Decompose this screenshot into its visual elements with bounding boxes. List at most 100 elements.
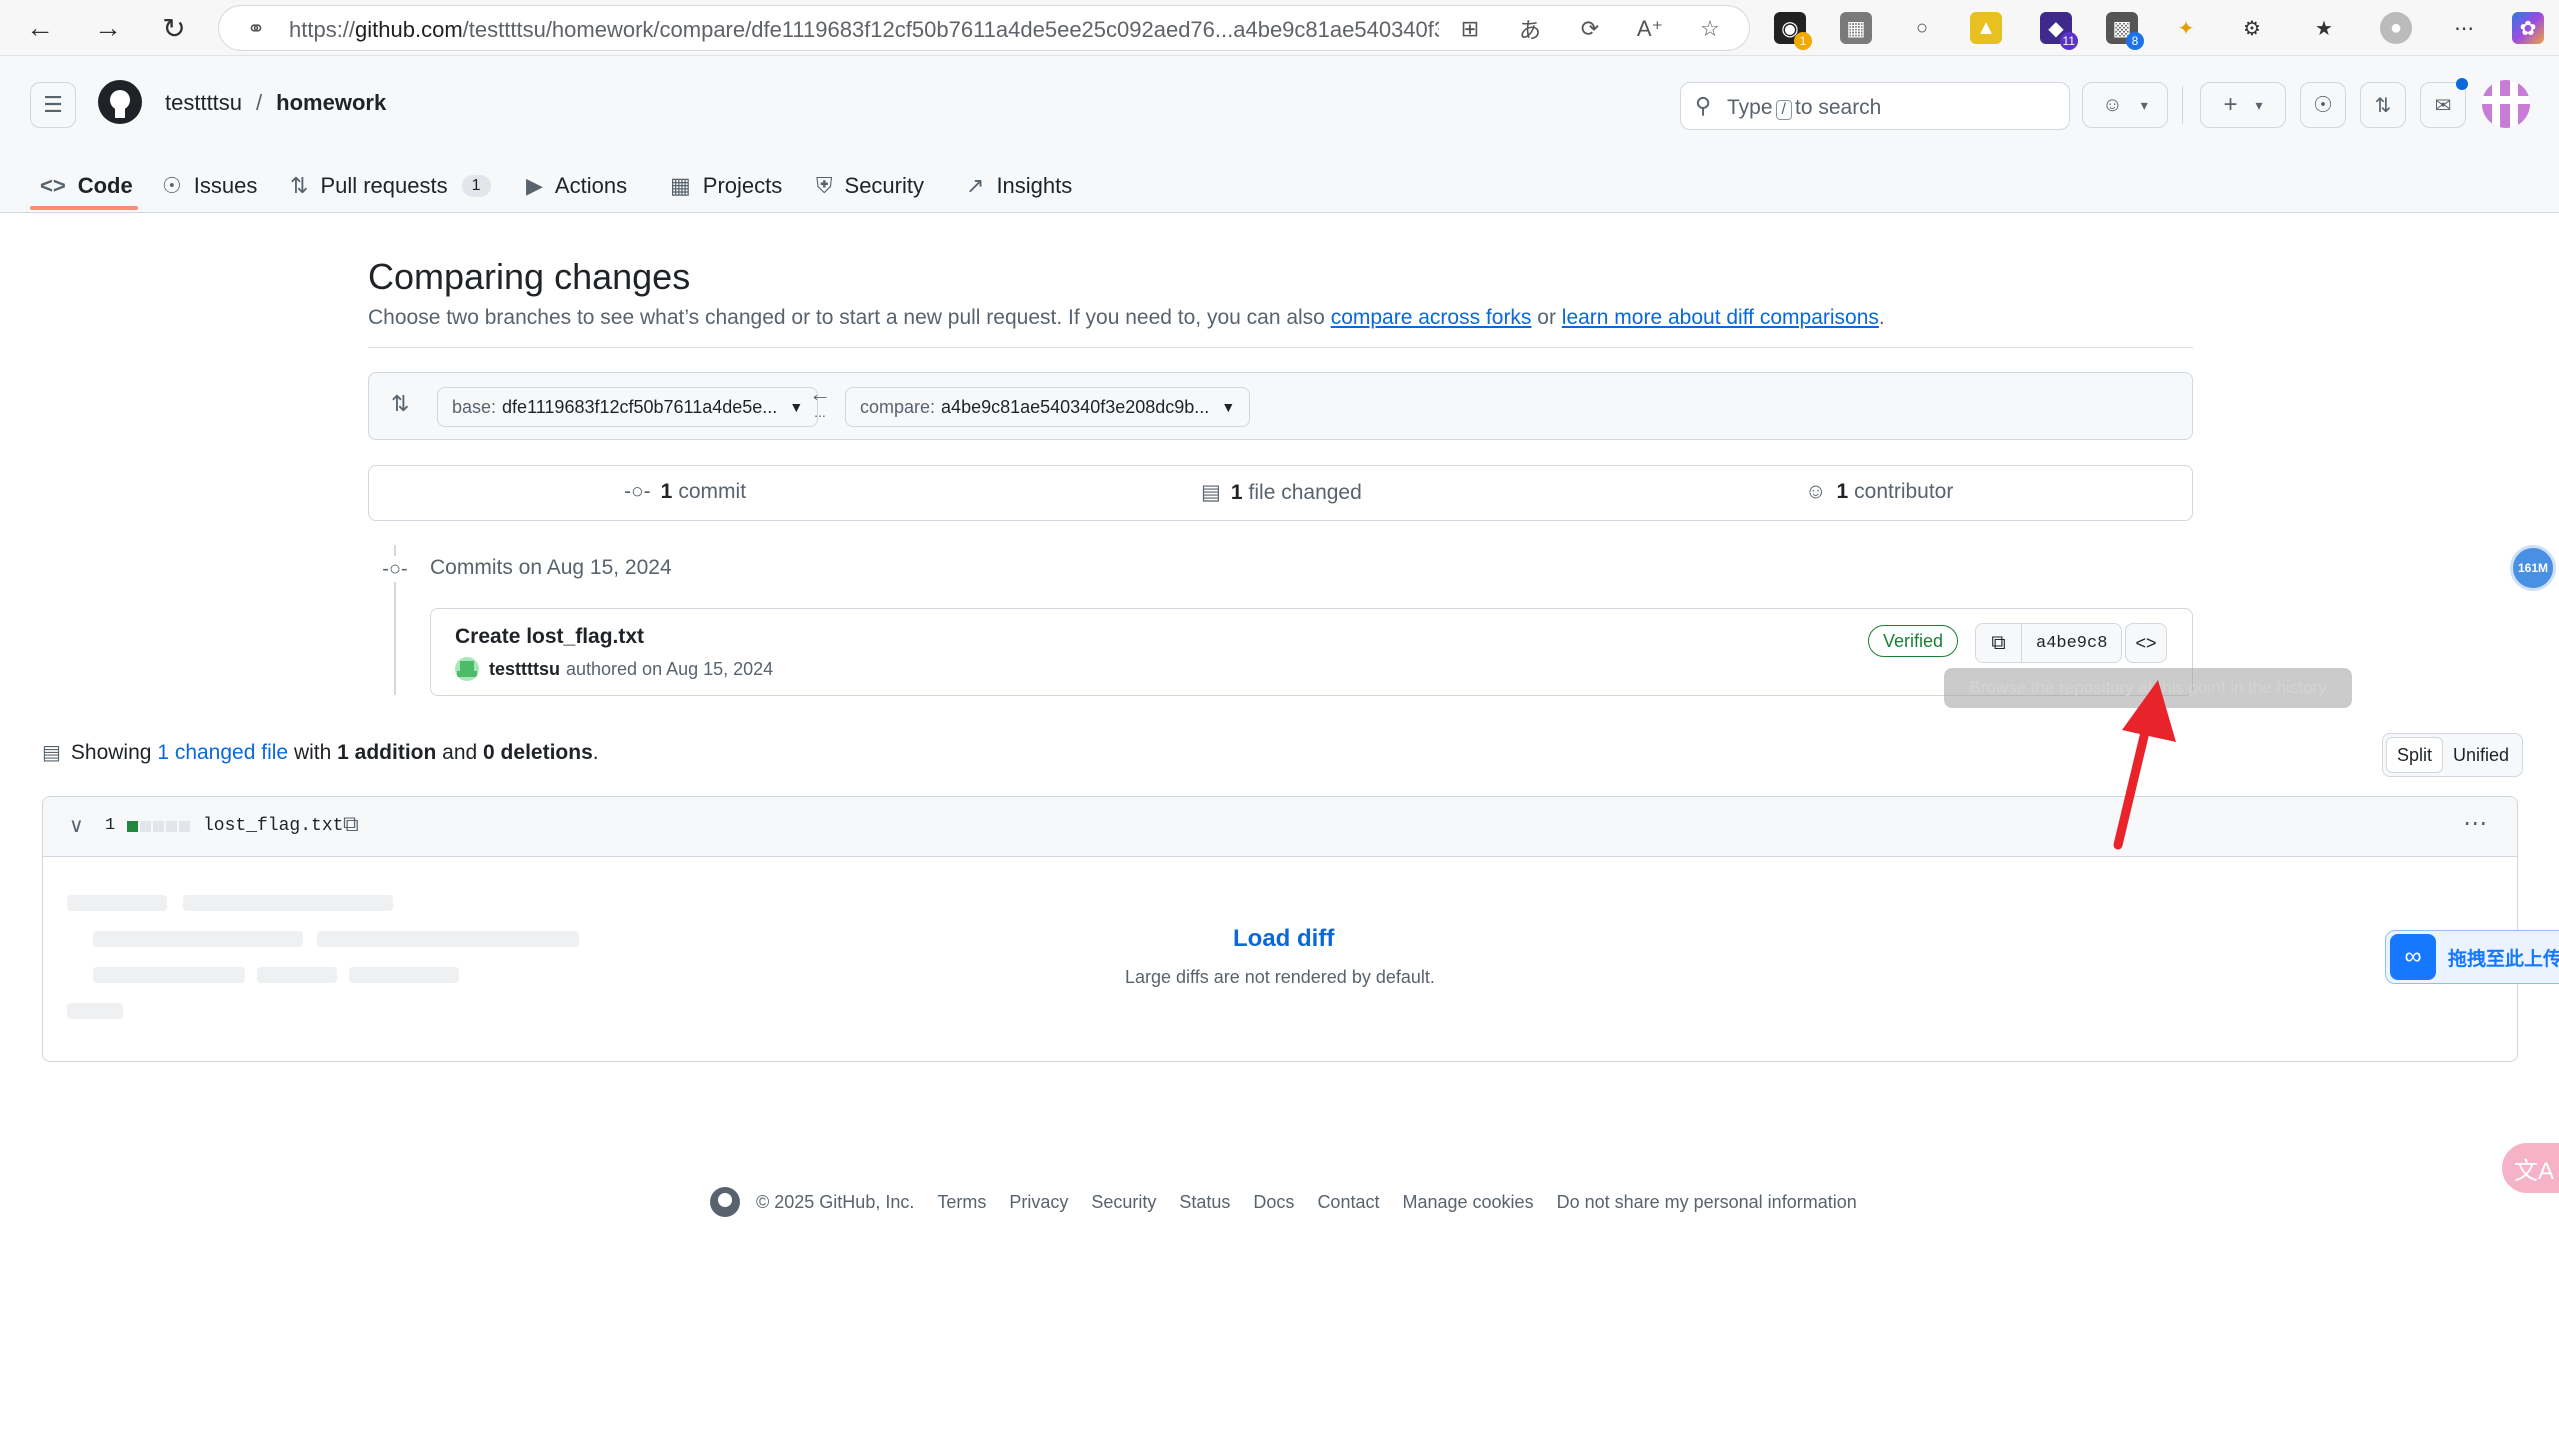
avatar[interactable]	[2482, 80, 2530, 128]
load-diff-button[interactable]: Load diff	[1233, 925, 1334, 953]
commit-sha-link[interactable]: a4be9c8	[2022, 624, 2122, 662]
menu-icon[interactable]: ☰	[30, 82, 76, 128]
footer-link-privacy[interactable]: Privacy	[1009, 1192, 1068, 1213]
floating-memory-badge[interactable]: 161M	[2510, 545, 2556, 591]
diffstat-add	[127, 821, 138, 832]
extensions-puzzle-icon[interactable]: ⚙	[2236, 12, 2268, 44]
github-logo-icon[interactable]	[98, 80, 142, 124]
footer-link-manage-cookies[interactable]: Manage cookies	[1402, 1192, 1533, 1213]
compare-branch-select[interactable]: compare: a4be9c81ae540340f3e208dc9b... ▼	[845, 387, 1251, 427]
pull-request-icon: ⇅	[290, 173, 309, 198]
learn-diff-comparisons-link[interactable]: learn more about diff comparisons	[1562, 306, 1879, 329]
github-logo-icon[interactable]	[710, 1187, 740, 1217]
copy-icon[interactable]: ⧉	[1976, 624, 2022, 662]
tab-insights[interactable]: ↗ Insights	[966, 160, 1072, 212]
pull-requests-shortcut-icon[interactable]: ⇅	[2360, 82, 2406, 128]
address-bar[interactable]: ⚭ https://github.com/testtttsu/homework/…	[218, 5, 1750, 51]
extension-4-icon[interactable]: ◆ 11	[2040, 12, 2078, 50]
chevron-down-icon: ▾	[2140, 96, 2148, 113]
verified-badge[interactable]: Verified	[1868, 625, 1959, 657]
translate-icon[interactable]: 文A	[2502, 1143, 2559, 1193]
diffstat-neutral	[140, 821, 151, 832]
commits-date-heading: Commits on Aug 15, 2024	[430, 556, 672, 579]
footer-link-terms[interactable]: Terms	[937, 1192, 986, 1213]
author-avatar[interactable]	[455, 657, 479, 681]
files-summary[interactable]: ▤ 1 file changed	[1201, 480, 1362, 505]
large-diff-note: Large diffs are not rendered by default.	[1125, 967, 1435, 987]
translate-page-icon[interactable]: あ	[1515, 14, 1545, 44]
annotation-arrow-shaft	[2113, 723, 2151, 850]
compare-across-forks-link[interactable]: compare across forks	[1331, 306, 1532, 329]
favorite-star-icon[interactable]: ☆	[1695, 14, 1725, 44]
reload-icon[interactable]: ↻	[152, 6, 196, 50]
extension-2-icon[interactable]: ▦	[1840, 12, 1872, 44]
copilot-icon: ☺	[2102, 93, 2123, 116]
tab-projects[interactable]: ▦ Projects	[670, 160, 782, 212]
app-available-icon[interactable]: ⊞	[1455, 14, 1485, 44]
more-menu-icon[interactable]: ⋯	[2448, 12, 2480, 44]
skeleton-line	[349, 967, 459, 983]
code-icon: <>	[2135, 632, 2157, 653]
footer-link-contact[interactable]: Contact	[1317, 1192, 1379, 1213]
copy-icon[interactable]: ⧉	[343, 811, 359, 837]
site-info-icon[interactable]: ⚭	[241, 14, 271, 44]
read-aloud-icon[interactable]: A⁺	[1635, 14, 1665, 44]
authored-date: authored on Aug 15, 2024	[566, 658, 774, 679]
extension-1-icon[interactable]: ◉ 1	[1774, 12, 1812, 50]
commit-title-link[interactable]: Create lost_flag.txt	[455, 625, 644, 649]
tab-issues[interactable]: ☉ Issues	[162, 160, 257, 212]
chat-extension-icon[interactable]: ○	[1906, 12, 1938, 44]
copilot-icon[interactable]: ✿	[2512, 12, 2544, 44]
play-icon: ▶	[526, 173, 543, 198]
footer-link-status[interactable]: Status	[1179, 1192, 1230, 1213]
favorites-icon[interactable]: ★	[2308, 12, 2340, 44]
browse-repository-button[interactable]: <>	[2125, 623, 2167, 663]
repo-name-link[interactable]: homework	[276, 90, 386, 115]
extension-6-icon[interactable]: ✦	[2170, 12, 2202, 44]
search-input[interactable]: ⚲ Type / to search	[1680, 82, 2070, 130]
split-view-button[interactable]: Split	[2386, 737, 2444, 773]
footer: © 2025 GitHub, Inc. Terms Privacy Securi…	[710, 1186, 1857, 1218]
upload-drop-text: 拖拽至此上传	[2448, 948, 2559, 970]
skeleton-line	[183, 895, 393, 911]
issues-shortcut-icon[interactable]: ☉	[2300, 82, 2346, 128]
commit-icon: -○-	[624, 480, 651, 503]
refresh-extension-icon[interactable]: ⟳	[1575, 14, 1605, 44]
search-placeholder: Type / to search	[1727, 96, 1882, 120]
direction-arrow-icon: ←...	[809, 381, 831, 421]
repo-owner-link[interactable]: testtttsu	[165, 90, 242, 115]
commits-summary[interactable]: -○- 1 commit	[624, 480, 746, 504]
footer-link-security[interactable]: Security	[1091, 1192, 1156, 1213]
file-name-link[interactable]: lost_flag.txt	[203, 816, 343, 836]
forward-icon[interactable]: →	[86, 6, 130, 50]
commit-meta: testtttsu authored on Aug 15, 2024	[455, 657, 773, 681]
back-icon[interactable]: ←	[18, 6, 62, 50]
profile-avatar-icon[interactable]: ●	[2380, 12, 2412, 44]
browser-toolbar: ← → ↻ ⚭ https://github.com/testtttsu/hom…	[0, 0, 2559, 56]
base-branch-select[interactable]: base: dfe1119683f12cf50b7611a4de5e... ▼	[437, 387, 819, 427]
extension-5-icon[interactable]: ▩ 8	[2106, 12, 2144, 50]
extension-3-icon[interactable]: ▲	[1970, 12, 2002, 44]
tab-pull-requests[interactable]: ⇅ Pull requests 1	[290, 160, 491, 212]
footer-copyright: © 2025 GitHub, Inc.	[756, 1191, 915, 1212]
footer-link-docs[interactable]: Docs	[1253, 1192, 1294, 1213]
create-new-button[interactable]: + ▾	[2200, 82, 2286, 128]
author-link[interactable]: testtttsu	[489, 659, 560, 680]
contributors-summary[interactable]: ☺ 1 contributor	[1805, 480, 1953, 504]
tab-actions[interactable]: ▶ Actions	[526, 160, 627, 212]
unified-view-button[interactable]: Unified	[2443, 737, 2519, 773]
active-tab-indicator	[30, 206, 138, 210]
more-options-icon[interactable]: ⋯	[2463, 809, 2488, 838]
url-text[interactable]: https://github.com/testtttsu/homework/co…	[289, 17, 1439, 43]
footer-link-do-not-share[interactable]: Do not share my personal information	[1557, 1192, 1857, 1213]
code-icon: <>	[40, 173, 66, 198]
tab-code[interactable]: <> Code	[40, 160, 133, 212]
upload-drop-widget[interactable]: ∞ 拖拽至此上传	[2385, 930, 2559, 984]
tab-security[interactable]: ⛨ Security	[816, 160, 924, 212]
search-icon: ⚲	[1695, 93, 1712, 118]
page-title: Comparing changes	[368, 256, 691, 297]
changed-file-link[interactable]: 1 changed file	[157, 741, 288, 765]
copilot-button[interactable]: ☺ ▾	[2082, 82, 2168, 128]
chevron-down-icon[interactable]: ∨	[69, 813, 84, 838]
commit-sha-group: ⧉ a4be9c8	[1975, 623, 2123, 663]
